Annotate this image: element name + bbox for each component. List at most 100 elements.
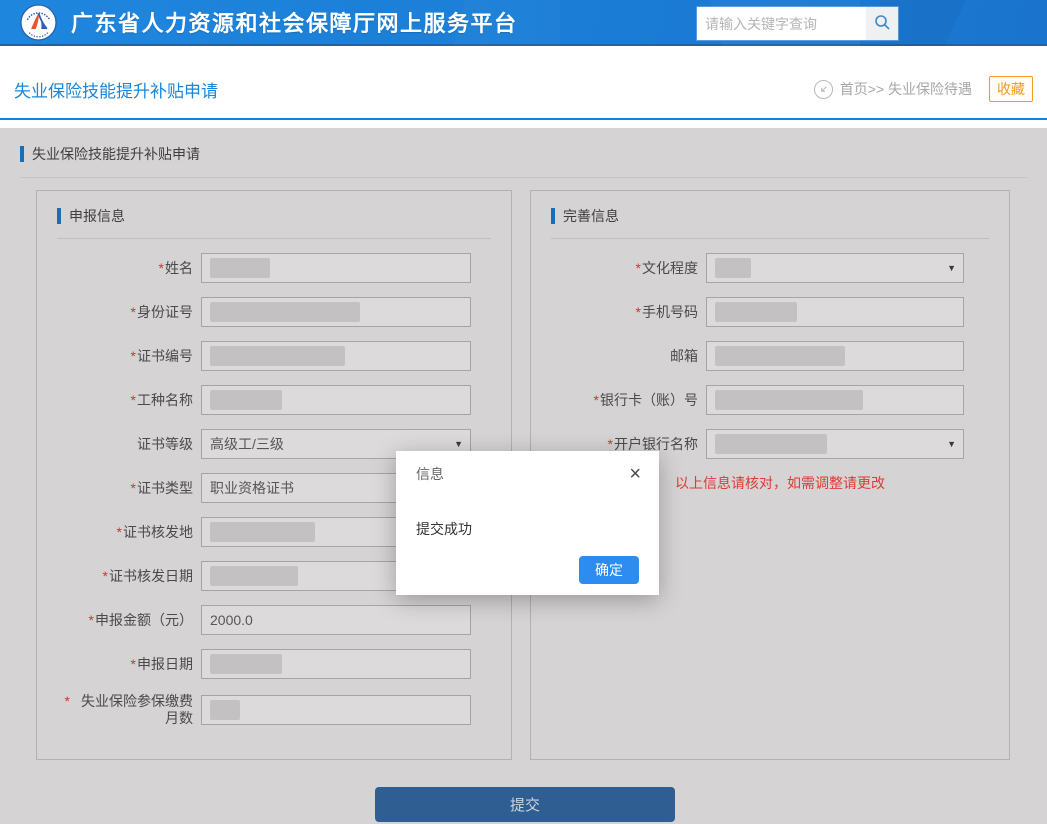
- redacted-value: [210, 390, 282, 410]
- selected-value: 职业资格证书: [210, 478, 294, 498]
- field-label: 邮箱: [670, 348, 698, 364]
- section-marker: [57, 208, 61, 224]
- form-row-declare-amount: *申报金额（元） 2000.0: [37, 605, 511, 635]
- declare-amount-input[interactable]: 2000.0: [201, 605, 471, 635]
- redacted-value: [210, 302, 360, 322]
- required-mark: *: [608, 436, 613, 452]
- agency-logo: [20, 4, 57, 41]
- job-name-input[interactable]: [201, 385, 471, 415]
- field-label: 证书编号: [137, 348, 193, 364]
- required-mark: *: [159, 260, 164, 276]
- name-input[interactable]: [201, 253, 471, 283]
- redacted-value: [210, 346, 345, 366]
- required-mark: *: [131, 348, 136, 364]
- required-mark: *: [131, 304, 136, 320]
- panel-header: 申报信息: [37, 191, 511, 226]
- page-title: 失业保险技能提升补贴申请: [14, 77, 218, 102]
- required-mark: *: [636, 260, 641, 276]
- section-divider: [20, 177, 1027, 178]
- declare-date-input[interactable]: [201, 649, 471, 679]
- education-level-select[interactable]: ▼: [706, 253, 964, 283]
- favorite-button[interactable]: 收藏: [989, 76, 1033, 102]
- required-mark: *: [131, 656, 136, 672]
- required-mark: *: [89, 612, 94, 628]
- required-mark: *: [103, 568, 108, 584]
- panel-title: 申报信息: [69, 206, 125, 226]
- redacted-value: [210, 522, 315, 542]
- field-value: 2000.0: [210, 612, 253, 628]
- submit-button[interactable]: 提交: [375, 787, 675, 822]
- form-row-name: *姓名: [37, 253, 511, 283]
- redacted-value: [210, 258, 270, 278]
- required-mark: *: [131, 392, 136, 408]
- search-icon: [874, 14, 891, 34]
- form-row-insured-months: *失业保险参保缴费月数: [37, 693, 511, 727]
- field-label: 证书核发地: [123, 524, 193, 540]
- redacted-value: [210, 566, 298, 586]
- form-row-job-name: *工种名称: [37, 385, 511, 415]
- return-home-icon[interactable]: [814, 80, 833, 99]
- dialog-title: 信息: [416, 464, 444, 484]
- redacted-value: [715, 346, 845, 366]
- mobile-number-input[interactable]: [706, 297, 964, 327]
- redacted-value: [715, 434, 827, 454]
- header-facet-decoration: [880, 0, 1047, 46]
- form-row-id-number: *身份证号: [37, 297, 511, 327]
- message-dialog: 信息 × 提交成功 确定: [396, 451, 659, 595]
- section-marker: [551, 208, 555, 224]
- required-mark: *: [636, 304, 641, 320]
- field-label: 银行卡（账）号: [600, 392, 698, 408]
- field-label: 身份证号: [137, 304, 193, 320]
- field-label: 开户银行名称: [614, 436, 698, 452]
- field-label: 文化程度: [642, 260, 698, 276]
- dialog-header: 信息 ×: [396, 451, 659, 484]
- required-mark: *: [131, 480, 136, 496]
- panel-title: 完善信息: [563, 206, 619, 226]
- field-label: 手机号码: [642, 304, 698, 320]
- required-mark: *: [594, 392, 599, 408]
- field-label: 申报金额（元）: [95, 612, 193, 628]
- redacted-value: [715, 302, 797, 322]
- required-mark: *: [65, 693, 70, 709]
- form-row-education-level: *文化程度 ▼: [531, 253, 1009, 283]
- form-row-email: 邮箱: [531, 341, 1009, 371]
- bank-name-select[interactable]: ▼: [706, 429, 964, 459]
- email-input[interactable]: [706, 341, 964, 371]
- form-row-bank-card-number: *银行卡（账）号: [531, 385, 1009, 415]
- required-mark: *: [117, 524, 122, 540]
- redacted-value: [715, 258, 751, 278]
- field-label: 工种名称: [137, 392, 193, 408]
- certificate-number-input[interactable]: [201, 341, 471, 371]
- selected-value: 高级工/三级: [210, 434, 284, 454]
- header-search: [697, 7, 898, 40]
- breadcrumb: 首页>> 失业保险待遇 收藏: [814, 76, 1033, 102]
- content-section-header: 失业保险技能提升补贴申请: [0, 128, 1047, 164]
- breadcrumb-trail[interactable]: 首页>> 失业保险待遇: [840, 79, 972, 99]
- content-section-title: 失业保险技能提升补贴申请: [32, 144, 200, 164]
- page-header-bar: 失业保险技能提升补贴申请 首页>> 失业保险待遇 收藏: [0, 46, 1047, 120]
- field-label: 证书等级: [137, 436, 193, 452]
- dropdown-arrow-icon: ▼: [947, 263, 956, 273]
- redacted-value: [715, 390, 863, 410]
- app-header: 广东省人力资源和社会保障厅网上服务平台: [0, 0, 1047, 46]
- bank-card-number-input[interactable]: [706, 385, 964, 415]
- dropdown-arrow-icon: ▼: [454, 439, 463, 449]
- field-label: 申报日期: [137, 656, 193, 672]
- insured-months-input[interactable]: [201, 695, 471, 725]
- redacted-value: [210, 654, 282, 674]
- close-icon[interactable]: ×: [629, 466, 641, 482]
- field-label: 证书核发日期: [109, 568, 193, 584]
- dialog-message: 提交成功: [396, 519, 659, 539]
- form-row-declare-date: *申报日期: [37, 649, 511, 679]
- search-input[interactable]: [697, 7, 866, 40]
- app-title: 广东省人力资源和社会保障厅网上服务平台: [71, 6, 518, 38]
- field-label: 姓名: [165, 260, 193, 276]
- search-button[interactable]: [866, 7, 898, 40]
- form-row-mobile-number: *手机号码: [531, 297, 1009, 327]
- form-row-certificate-number: *证书编号: [37, 341, 511, 371]
- panel-header: 完善信息: [531, 191, 1009, 226]
- id-number-input[interactable]: [201, 297, 471, 327]
- confirm-button[interactable]: 确定: [579, 556, 639, 584]
- redacted-value: [210, 700, 240, 720]
- section-marker: [20, 146, 24, 162]
